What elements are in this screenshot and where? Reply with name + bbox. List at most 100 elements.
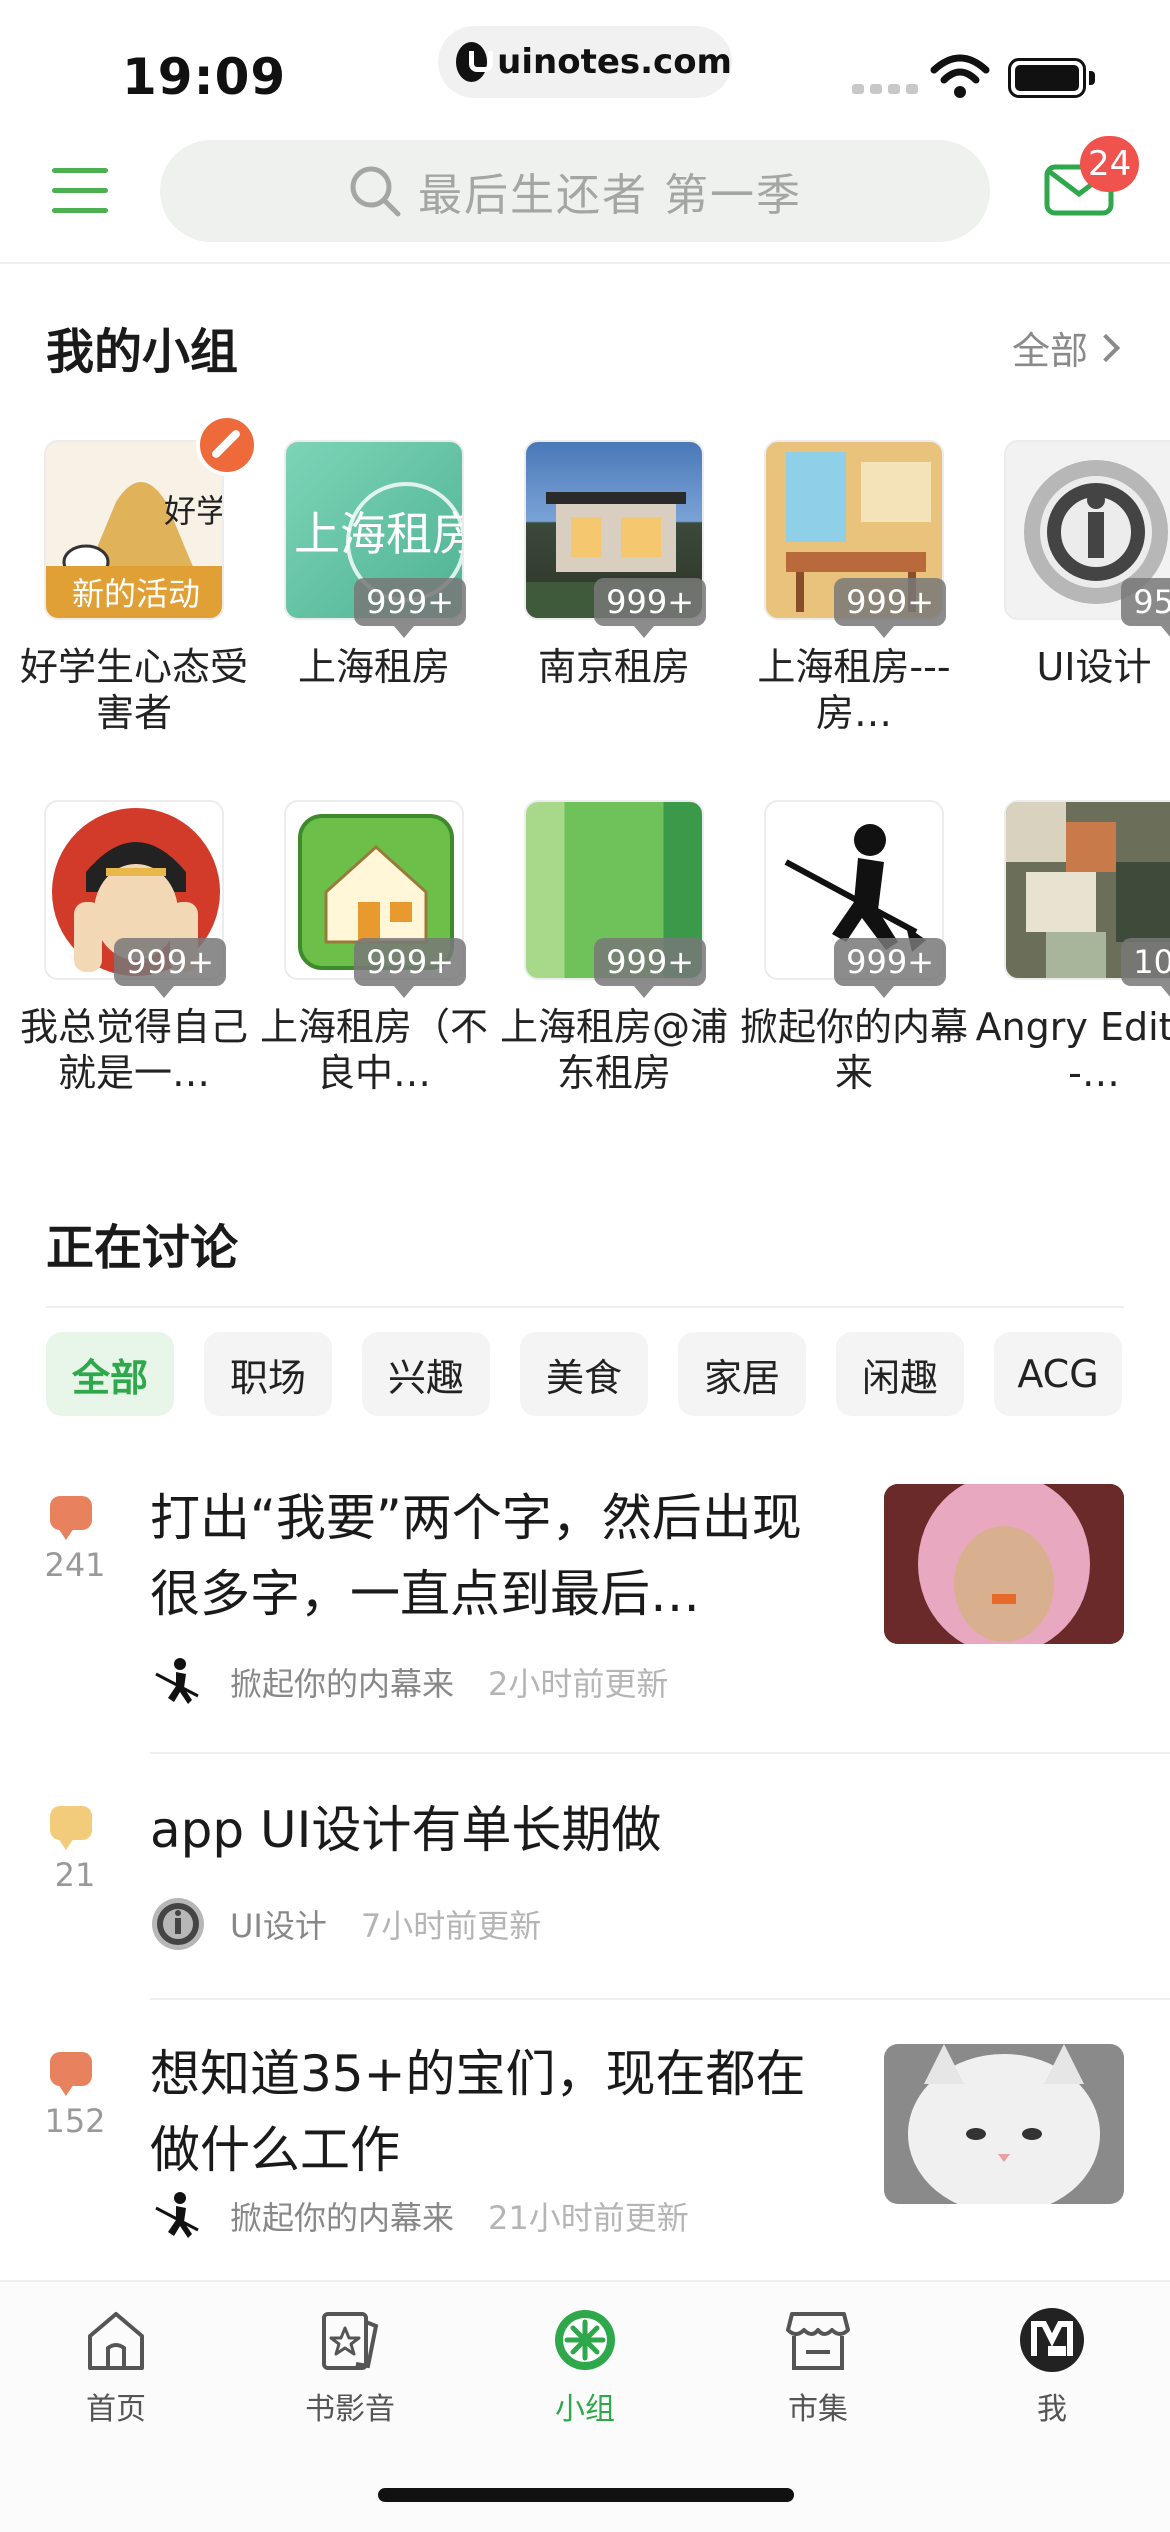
group-item[interactable]: 上海租房 999+ 上海租房 bbox=[254, 440, 494, 690]
post-title: 打出“我要”两个字，然后出现很多字，一直点到最后… bbox=[150, 1489, 802, 1623]
group-name: 掀起你的内幕来 bbox=[739, 1005, 968, 1095]
thumb-text: 上海租房 bbox=[294, 507, 464, 561]
count-badge: 999+ bbox=[594, 938, 706, 998]
home-indicator bbox=[378, 2488, 794, 2502]
count-badge: 10 bbox=[1121, 938, 1170, 998]
mail-badge: 24 bbox=[1080, 136, 1140, 192]
category-chip-work[interactable]: 职场 bbox=[204, 1332, 332, 1416]
post-group-name: 掀起你的内幕来 bbox=[230, 2199, 455, 2237]
discussing-title: 正在讨论 bbox=[46, 1220, 239, 1276]
comment-count: 241 bbox=[44, 1546, 106, 1584]
group-name: 南京租房 bbox=[537, 645, 690, 689]
my-groups-title: 我的小组 bbox=[46, 324, 239, 380]
star-card-icon bbox=[322, 2312, 379, 2370]
category-chip-food[interactable]: 美食 bbox=[520, 1332, 648, 1416]
post-item[interactable]: 241 打出“我要”两个字，然后出现很多字，一直点到最后… 掀起你的内幕来 2小… bbox=[0, 1470, 1170, 1754]
menu-icon[interactable] bbox=[52, 168, 108, 214]
group-name: 我总觉得自己就是一… bbox=[19, 1005, 248, 1095]
count-badge: 999+ bbox=[834, 578, 946, 638]
tab-groups[interactable]: 小组 bbox=[505, 2306, 665, 2428]
view-all-label: 全部 bbox=[1012, 329, 1089, 373]
category-chip-home[interactable]: 家居 bbox=[678, 1332, 806, 1416]
group-name: Angry Editor -… bbox=[975, 1005, 1170, 1095]
search-icon bbox=[350, 166, 401, 217]
post-time: 2小时前更新 bbox=[488, 1665, 669, 1703]
comment-count: 152 bbox=[44, 2102, 106, 2140]
group-avatar bbox=[150, 2188, 206, 2244]
site-logo-icon bbox=[456, 42, 494, 82]
tab-label: 小组 bbox=[555, 2392, 615, 2427]
count-badge: 999+ bbox=[354, 938, 466, 998]
category-chip-interest[interactable]: 兴趣 bbox=[362, 1332, 490, 1416]
search-bar[interactable]: 最后生还者 第一季 bbox=[160, 140, 990, 242]
post-meta: UI设计 7小时前更新 bbox=[150, 1896, 541, 1952]
battery-icon bbox=[1008, 58, 1086, 98]
post-title: 想知道35+的宝们，现在都在做什么工作 bbox=[150, 2045, 806, 2179]
store-icon bbox=[786, 2312, 850, 2370]
tab-label: 首页 bbox=[86, 2392, 146, 2427]
group-thumbnail: 好学生 新的活动 bbox=[44, 440, 224, 620]
group-item[interactable]: 95 UI设计 bbox=[974, 440, 1170, 690]
group-item[interactable]: 999+ 上海租房@浦东租房 bbox=[494, 800, 734, 1096]
search-placeholder: 最后生还者 第一季 bbox=[418, 170, 802, 221]
comment-icon bbox=[50, 1806, 92, 1850]
post-meta: 掀起你的内幕来 2小时前更新 bbox=[150, 1654, 668, 1710]
group-item[interactable]: 999+ 我总觉得自己就是一… bbox=[14, 800, 254, 1096]
chevron-right-icon bbox=[1091, 333, 1121, 362]
group-item[interactable]: 999+ 上海租房---房… bbox=[734, 440, 974, 736]
tab-books-movies-music[interactable]: 书影音 bbox=[270, 2306, 430, 2428]
tab-market[interactable]: 市集 bbox=[738, 2306, 898, 2428]
group-name: UI设计 bbox=[1036, 645, 1152, 689]
wifi-icon bbox=[930, 54, 990, 98]
post-thumbnail bbox=[884, 1484, 1124, 1644]
tab-label: 我 bbox=[1037, 2392, 1067, 2427]
post-meta: 掀起你的内幕来 21小时前更新 bbox=[150, 2188, 689, 2244]
count-badge: 999+ bbox=[354, 578, 466, 638]
group-name: 上海租房（不良中… bbox=[259, 1005, 488, 1095]
thumb-text: 好学生 bbox=[164, 492, 224, 530]
tab-me[interactable]: 我 bbox=[972, 2306, 1132, 2428]
view-all-groups-link[interactable]: 全部 bbox=[1012, 320, 1121, 375]
status-time: 19:09 bbox=[122, 48, 287, 106]
group-name: 好学生心态受害者 bbox=[19, 645, 248, 735]
count-badge: 999+ bbox=[834, 938, 946, 998]
category-chip-leisure[interactable]: 闲趣 bbox=[836, 1332, 964, 1416]
post-group-name: 掀起你的内幕来 bbox=[230, 1665, 455, 1703]
post-group-name: UI设计 bbox=[230, 1907, 327, 1945]
group-avatar bbox=[150, 1896, 206, 1952]
group-name: 上海租房---房… bbox=[757, 645, 951, 735]
group-item[interactable]: 好学生 新的活动 好学生心态受害者 bbox=[14, 414, 258, 736]
comment-icon bbox=[50, 2052, 92, 2096]
category-chip-all[interactable]: 全部 bbox=[46, 1332, 174, 1416]
compass-icon bbox=[196, 414, 258, 476]
post-time: 21小时前更新 bbox=[488, 2199, 689, 2237]
activity-badge: 新的活动 bbox=[46, 566, 222, 618]
tab-home[interactable]: 首页 bbox=[36, 2306, 196, 2428]
post-item[interactable]: 152 想知道35+的宝们，现在都在做什么工作 掀起你的内幕来 21小时前更新 bbox=[0, 2016, 1170, 2276]
group-avatar bbox=[150, 1654, 206, 1710]
post-thumbnail bbox=[884, 2044, 1124, 2204]
post-item[interactable]: 21 app UI设计有单长期做 UI设计 7小时前更新 bbox=[0, 1770, 1170, 2000]
post-title: app UI设计有单长期做 bbox=[150, 1801, 662, 1859]
cellular-signal-icon bbox=[852, 84, 918, 94]
category-chip-acg[interactable]: ACG bbox=[994, 1332, 1122, 1416]
count-badge: 95 bbox=[1121, 578, 1170, 638]
group-name: 上海租房 bbox=[297, 645, 450, 689]
url-pill[interactable]: uinotes.com bbox=[438, 26, 732, 98]
count-badge: 999+ bbox=[114, 938, 226, 998]
avatar bbox=[1020, 2308, 1084, 2372]
count-badge: 999+ bbox=[594, 578, 706, 638]
group-item[interactable]: 999+ 上海租房（不良中… bbox=[254, 800, 494, 1096]
group-item[interactable]: 10 Angry Editor -… bbox=[974, 800, 1170, 1096]
groups-icon bbox=[555, 2310, 615, 2370]
post-time: 7小时前更新 bbox=[360, 1907, 542, 1945]
comment-icon bbox=[50, 1496, 92, 1540]
group-item[interactable]: 999+ 南京租房 bbox=[494, 440, 734, 690]
comment-count: 21 bbox=[54, 1856, 96, 1894]
group-item[interactable]: 999+ 掀起你的内幕来 bbox=[734, 800, 974, 1096]
group-name: 上海租房@浦东租房 bbox=[499, 1005, 728, 1095]
home-icon bbox=[88, 2312, 144, 2370]
tab-label: 书影音 bbox=[305, 2392, 395, 2427]
tab-label: 市集 bbox=[788, 2392, 848, 2427]
url-text: uinotes.com bbox=[497, 42, 732, 82]
